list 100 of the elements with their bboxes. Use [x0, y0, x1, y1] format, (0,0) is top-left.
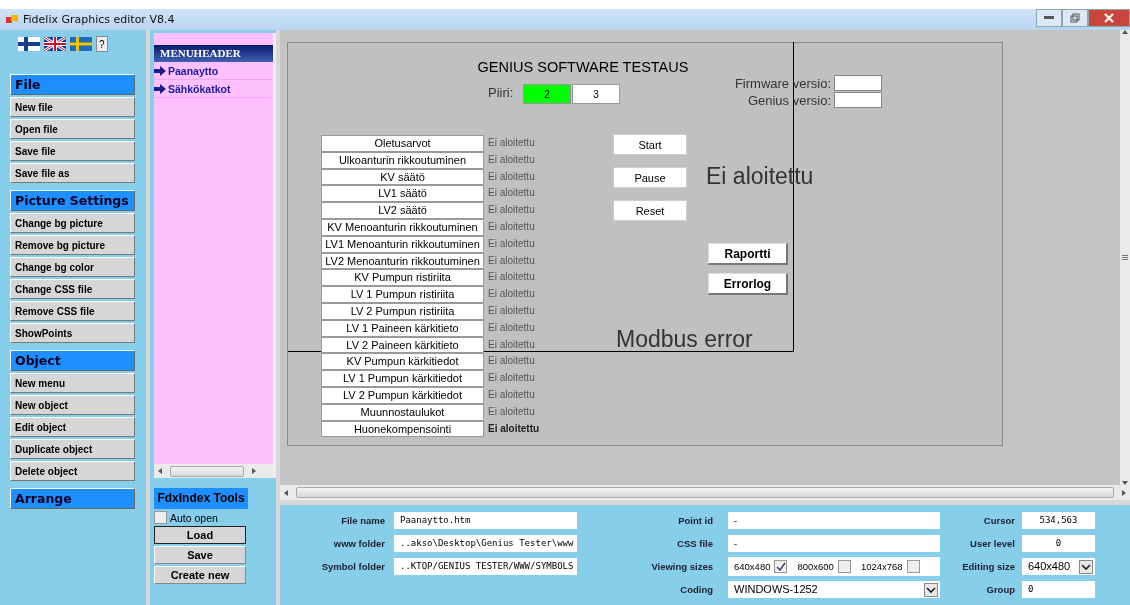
scroll-grip-icon[interactable] — [1122, 255, 1128, 260]
test-status: Ei aloitettu — [488, 337, 536, 352]
test-name[interactable]: Oletusarvot — [321, 135, 484, 152]
property-label: Group — [985, 584, 1015, 595]
version-field[interactable] — [834, 75, 882, 91]
help-button[interactable]: ? — [96, 36, 108, 52]
menu-button[interactable]: New menu — [10, 373, 135, 393]
arrow-icon — [154, 83, 166, 94]
report-button[interactable]: Errorlog — [708, 273, 788, 295]
version-field[interactable] — [834, 92, 882, 108]
menu-header: MENUHEADER — [154, 45, 273, 62]
menu-button[interactable]: Duplicate object — [10, 439, 135, 459]
control-button[interactable]: Start — [613, 134, 687, 155]
test-name[interactable]: LV2 säätö — [321, 202, 484, 219]
test-status: Ei aloitettu — [488, 404, 536, 419]
tool-button[interactable]: Create new — [154, 566, 246, 584]
scroll-right-icon[interactable] — [252, 468, 256, 474]
circuit-label: Piiri: — [488, 85, 514, 100]
property-field[interactable]: ..akso\Desktop\Genius Tester\www — [394, 535, 577, 552]
test-name[interactable]: LV 1 Pumpun kärkitiedot — [321, 370, 484, 387]
minimize-button[interactable] — [1036, 9, 1062, 27]
menu-button[interactable]: Remove CSS file — [10, 301, 135, 321]
scroll-left-icon[interactable] — [158, 468, 162, 474]
menu-button[interactable]: New file — [10, 97, 135, 117]
tools-header: FdxIndex Tools — [154, 488, 248, 509]
menu-button[interactable]: Edit object — [10, 417, 135, 437]
window-title: Fidelix Graphics editor V8.4 — [23, 13, 175, 26]
size-checkbox[interactable] — [774, 560, 788, 573]
property-label: File name — [340, 515, 385, 526]
test-status: Ei aloitettu — [488, 203, 536, 218]
auto-open-label: Auto open — [170, 511, 218, 524]
test-status: Ei aloitettu — [488, 421, 540, 436]
property-label: Viewing sizes — [650, 561, 713, 572]
section-header: Object — [10, 350, 135, 371]
close-button[interactable] — [1088, 9, 1130, 27]
restore-icon — [1070, 13, 1080, 23]
control-button[interactable]: Pause — [613, 167, 687, 188]
test-name[interactable]: LV 1 Pumpun ristiriita — [321, 286, 484, 303]
property-label: CSS file — [676, 538, 713, 549]
menu-item[interactable]: Paanaytto — [154, 62, 273, 80]
test-status: Ei aloitettu — [488, 186, 536, 201]
british-flag-icon[interactable] — [44, 37, 66, 51]
menu-button[interactable]: Delete object — [10, 461, 135, 481]
property-field[interactable]: - — [728, 512, 940, 529]
test-status: Ei aloitettu — [488, 320, 536, 335]
menu-item[interactable]: Sähkökatkot — [154, 80, 273, 98]
menu-button[interactable]: Open file — [10, 119, 135, 139]
size-option-label: 800x600 — [797, 560, 834, 574]
error-message: Modbus error — [616, 326, 753, 353]
editing-size-dropdown[interactable]: 640x480 — [1022, 558, 1095, 575]
property-field[interactable]: - — [728, 535, 940, 552]
circuit-button[interactable]: 3 — [572, 84, 620, 104]
horizontal-scrollbar[interactable] — [154, 464, 273, 478]
size-checkbox[interactable] — [837, 560, 851, 573]
menu-button[interactable]: Save file — [10, 141, 135, 161]
test-name[interactable]: KV Pumpun ristiriita — [321, 269, 484, 287]
tool-button[interactable]: Load — [154, 526, 246, 544]
finnish-flag-icon[interactable] — [18, 37, 40, 51]
circuit-button[interactable]: 2 — [523, 84, 571, 104]
vertical-scrollbar[interactable] — [1120, 30, 1130, 485]
property-field[interactable]: 534,563 — [1022, 512, 1095, 529]
section-header: File — [10, 74, 135, 95]
app-icon — [6, 14, 18, 25]
test-status: Ei aloitettu — [488, 253, 536, 268]
test-name[interactable]: KV Pumpun kärkitiedot — [321, 353, 484, 371]
menu-button[interactable]: Change bg color — [10, 257, 135, 277]
menu-button[interactable]: ShowPoints — [10, 323, 135, 343]
property-label: Editing size — [961, 561, 1015, 572]
size-checkbox[interactable] — [906, 560, 920, 573]
scroll-right-icon[interactable] — [1122, 489, 1126, 496]
coding-dropdown[interactable]: WINDOWS-1252 — [728, 581, 940, 598]
report-button[interactable]: Raportti — [708, 243, 788, 265]
test-status: Ei aloitettu — [488, 270, 536, 285]
test-status: Ei aloitettu — [488, 220, 536, 234]
property-field[interactable]: 0 — [1022, 581, 1095, 598]
page-title: GENIUS SOFTWARE TESTAUS — [476, 59, 690, 75]
property-label: Point id — [677, 515, 713, 526]
test-status: Ei aloitettu — [488, 152, 536, 167]
menu-button[interactable]: New object — [10, 395, 135, 415]
property-field[interactable]: Paanaytto.htm — [394, 512, 577, 529]
menu-button[interactable]: Save file as — [10, 163, 135, 183]
test-status: Ei aloitettu — [488, 169, 536, 184]
scroll-left-icon[interactable] — [284, 489, 288, 496]
horizontal-scrollbar[interactable] — [280, 485, 1130, 505]
close-icon — [1104, 13, 1114, 23]
property-field[interactable]: ..KTOP/GENIUS TESTER/WWW/SYMBOLS — [394, 558, 577, 575]
menu-button[interactable]: Remove bg picture — [10, 235, 135, 255]
test-status: Ei aloitettu — [488, 387, 536, 402]
property-label: User level — [969, 538, 1015, 549]
menu-button[interactable]: Change bg picture — [10, 213, 135, 233]
tool-button[interactable]: Save — [154, 546, 246, 564]
property-field[interactable]: 0 — [1022, 535, 1095, 552]
test-name[interactable]: LV1 säätö — [321, 185, 484, 203]
section-header: Picture Settings — [10, 190, 135, 211]
section-header: Arrange — [10, 488, 135, 509]
auto-open-checkbox[interactable] — [154, 511, 167, 524]
control-button[interactable]: Reset — [613, 200, 687, 221]
test-status: Ei aloitettu — [488, 236, 536, 251]
maximize-button[interactable] — [1062, 9, 1088, 27]
menu-button[interactable]: Change CSS file — [10, 279, 135, 299]
